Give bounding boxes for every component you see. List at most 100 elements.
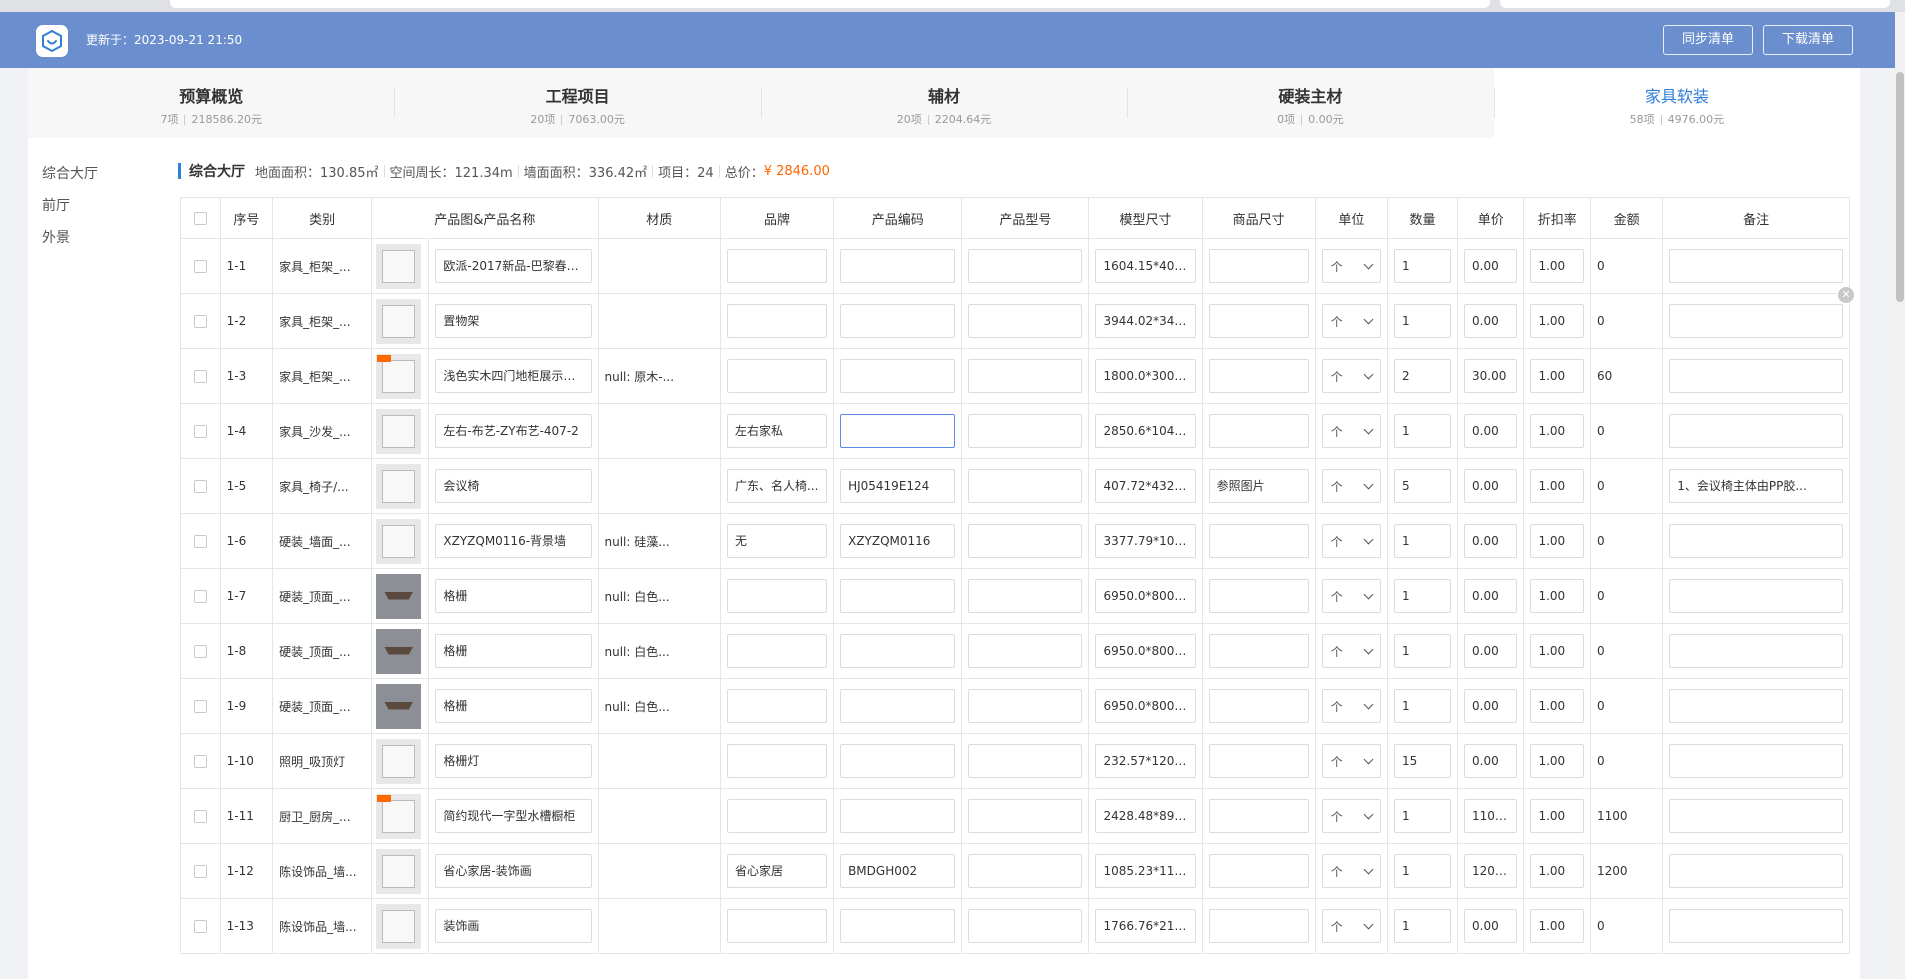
row-checkbox[interactable] xyxy=(193,480,207,493)
product-model-input[interactable] xyxy=(968,414,1083,448)
discount-input[interactable]: 1.00 xyxy=(1530,414,1584,448)
unit-price-input[interactable]: 0.00 xyxy=(1464,469,1518,503)
product-name-input[interactable]: 置物架 xyxy=(435,304,592,338)
model-size-input[interactable]: 232.57*1203.1... xyxy=(1095,744,1196,778)
product-model-input[interactable] xyxy=(968,359,1083,393)
unit-select[interactable]: 个 xyxy=(1321,854,1382,888)
note-input[interactable] xyxy=(1669,854,1843,888)
scrollbar-thumb[interactable] xyxy=(1896,72,1904,302)
model-size-input[interactable]: 3377.79*100.6... xyxy=(1095,524,1196,558)
note-input[interactable] xyxy=(1669,579,1843,613)
brand-input[interactable] xyxy=(726,359,828,393)
unit-price-input[interactable]: 1100.00 xyxy=(1464,799,1518,833)
product-thumbnail[interactable] xyxy=(376,463,422,509)
unit-price-input[interactable]: 0.00 xyxy=(1464,524,1518,558)
product-code-input[interactable] xyxy=(840,579,956,613)
model-size-input[interactable]: 2428.48*891.0... xyxy=(1095,799,1196,833)
note-input[interactable] xyxy=(1669,414,1843,448)
product-size-input[interactable] xyxy=(1208,414,1309,448)
tab-budget-overview[interactable]: 预算概览 7项 218586.20元 xyxy=(28,68,394,138)
note-input[interactable] xyxy=(1669,689,1843,723)
product-code-input[interactable] xyxy=(840,414,956,448)
brand-input[interactable] xyxy=(726,799,828,833)
model-size-input[interactable]: 1085.23*11.97... xyxy=(1095,854,1196,888)
address-bar[interactable] xyxy=(170,0,1490,8)
discount-input[interactable]: 1.00 xyxy=(1530,799,1584,833)
tab-hard-materials[interactable]: 硬装主材 0项 0.00元 xyxy=(1127,68,1493,138)
product-code-input[interactable] xyxy=(840,304,956,338)
product-name-input[interactable]: 简约现代一字型水槽橱柜 xyxy=(435,799,592,833)
model-size-input[interactable]: 6950.0*8000.0... xyxy=(1095,689,1196,723)
note-input[interactable] xyxy=(1669,304,1843,338)
brand-input[interactable]: 无 xyxy=(726,524,828,558)
model-size-input[interactable]: 6950.0*8000.0... xyxy=(1095,579,1196,613)
product-name-input[interactable]: 格栅 xyxy=(435,634,592,668)
unit-price-input[interactable]: 0.00 xyxy=(1464,744,1518,778)
product-size-input[interactable] xyxy=(1208,634,1309,668)
product-thumbnail[interactable] xyxy=(376,298,422,344)
product-model-input[interactable] xyxy=(968,744,1083,778)
product-thumbnail[interactable] xyxy=(376,848,422,894)
discount-input[interactable]: 1.00 xyxy=(1530,854,1584,888)
unit-price-input[interactable]: 1200.00 xyxy=(1464,854,1518,888)
product-thumbnail[interactable] xyxy=(376,793,422,839)
note-input[interactable] xyxy=(1669,249,1843,283)
product-thumbnail[interactable] xyxy=(376,408,422,454)
product-code-input[interactable] xyxy=(840,744,956,778)
product-code-input[interactable] xyxy=(840,634,956,668)
brand-input[interactable] xyxy=(726,909,828,943)
unit-select[interactable]: 个 xyxy=(1321,579,1382,613)
product-name-input[interactable]: 左右-布艺-ZY布艺-407-2 xyxy=(435,414,592,448)
product-name-input[interactable]: 省心家居-装饰画 xyxy=(435,854,592,888)
discount-input[interactable]: 1.00 xyxy=(1530,359,1584,393)
row-checkbox[interactable] xyxy=(193,590,207,603)
brand-input[interactable]: 左右家私 xyxy=(726,414,828,448)
unit-select[interactable]: 个 xyxy=(1321,634,1382,668)
product-thumbnail[interactable] xyxy=(376,903,422,949)
product-model-input[interactable] xyxy=(968,854,1083,888)
product-thumbnail[interactable] xyxy=(376,353,422,399)
product-size-input[interactable] xyxy=(1208,579,1309,613)
product-model-input[interactable] xyxy=(968,579,1083,613)
product-size-input[interactable]: 参照图片 xyxy=(1208,469,1309,503)
row-checkbox[interactable] xyxy=(193,865,207,878)
product-model-input[interactable] xyxy=(968,689,1083,723)
product-thumbnail[interactable] xyxy=(376,573,422,619)
product-size-input[interactable] xyxy=(1208,524,1309,558)
note-input[interactable] xyxy=(1669,634,1843,668)
product-name-input[interactable]: XZYZQM0116-背景墙 xyxy=(435,524,592,558)
quantity-input[interactable]: 2 xyxy=(1394,359,1451,393)
sidebar-item-hall[interactable]: 综合大厅 xyxy=(28,158,158,190)
quantity-input[interactable]: 1 xyxy=(1394,304,1451,338)
product-size-input[interactable] xyxy=(1208,854,1309,888)
brand-input[interactable] xyxy=(726,304,828,338)
quantity-input[interactable]: 1 xyxy=(1394,414,1451,448)
sidebar-item-exterior[interactable]: 外景 xyxy=(28,222,158,254)
unit-select[interactable]: 个 xyxy=(1321,469,1382,503)
discount-input[interactable]: 1.00 xyxy=(1530,689,1584,723)
product-name-input[interactable]: 会议椅 xyxy=(435,469,592,503)
unit-select[interactable]: 个 xyxy=(1321,249,1382,283)
model-size-input[interactable]: 6950.0*8000.0... xyxy=(1095,634,1196,668)
product-model-input[interactable] xyxy=(968,799,1083,833)
row-checkbox[interactable] xyxy=(193,425,207,438)
discount-input[interactable]: 1.00 xyxy=(1530,909,1584,943)
product-thumbnail[interactable] xyxy=(376,683,422,729)
quantity-input[interactable]: 1 xyxy=(1394,854,1451,888)
discount-input[interactable]: 1.00 xyxy=(1530,304,1584,338)
unit-price-input[interactable]: 0.00 xyxy=(1464,634,1518,668)
model-size-input[interactable]: 3944.02*348.3... xyxy=(1095,304,1196,338)
note-input[interactable] xyxy=(1669,909,1843,943)
unit-price-input[interactable]: 30.00 xyxy=(1464,359,1518,393)
product-code-input[interactable] xyxy=(840,359,956,393)
tab-auxiliary[interactable]: 辅材 20项 2204.64元 xyxy=(760,68,1127,138)
quantity-input[interactable]: 15 xyxy=(1394,744,1451,778)
brand-input[interactable] xyxy=(726,744,828,778)
product-model-input[interactable] xyxy=(968,909,1083,943)
unit-price-input[interactable]: 0.00 xyxy=(1464,249,1518,283)
product-model-input[interactable] xyxy=(968,304,1083,338)
product-name-input[interactable]: 格栅灯 xyxy=(435,744,592,778)
row-checkbox[interactable] xyxy=(193,260,207,273)
model-size-input[interactable]: 1604.15*405.5... xyxy=(1095,249,1196,283)
brand-input[interactable] xyxy=(726,579,828,613)
